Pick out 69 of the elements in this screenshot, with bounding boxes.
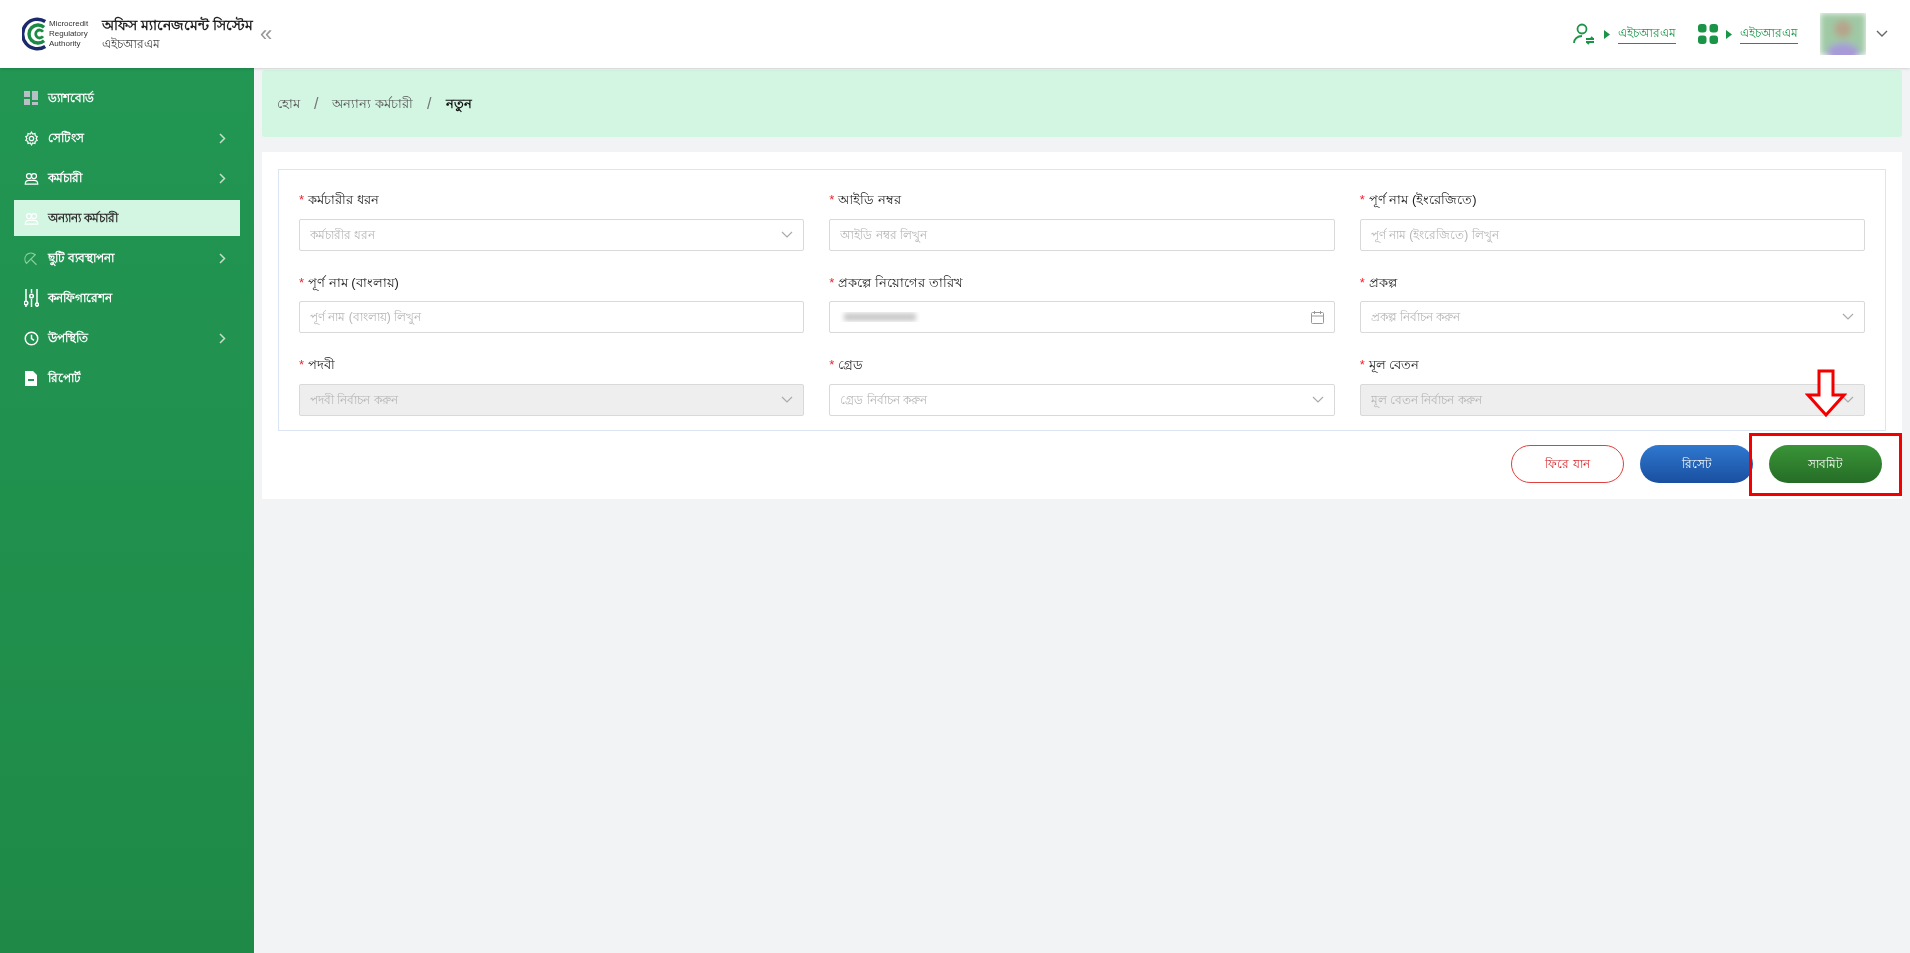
required-mark: *: [299, 273, 305, 292]
clock-icon: [23, 330, 39, 346]
select-field[interactable]: প্রকল্প নির্বাচন করুন: [1359, 301, 1865, 333]
sliders-icon: [23, 289, 39, 307]
select-field[interactable]: গ্রেড নির্বাচন করুন: [829, 383, 1335, 416]
required-mark: *: [1359, 356, 1365, 374]
breadcrumb-separator: /: [314, 93, 319, 114]
sidebar-item[interactable]: উপস্থিতি: [14, 320, 240, 356]
chevron-right-icon: [219, 252, 226, 264]
app-title: অফিস ম্যানেজমেন্ট সিস্টেম: [102, 15, 253, 35]
app-subtitle: এইচআরএম: [102, 36, 162, 53]
field-label: প্রকল্প: [1368, 273, 1397, 292]
sidebar-item[interactable]: কর্মচারী: [14, 160, 240, 196]
chevron-right-icon: [219, 332, 226, 344]
chevron-down-icon: [781, 230, 794, 238]
breadcrumb-link[interactable]: হোম: [277, 93, 300, 114]
play-icon: [1726, 29, 1732, 39]
field-label: মূল বেতন: [1368, 356, 1420, 375]
input-field[interactable]: পূর্ণ নাম (বাংলায়) লিখুন: [299, 301, 805, 333]
submit-button[interactable]: সাবমিট: [1769, 444, 1882, 483]
required-mark: *: [299, 356, 305, 374]
annotation-arrow: [1805, 368, 1847, 417]
field-label: প্রকল্পে নিয়োগের তারিখ: [838, 273, 963, 292]
required-mark: *: [1359, 273, 1365, 292]
collapse-sidebar-button[interactable]: «: [260, 23, 273, 45]
field-label: পূর্ণ নাম (বাংলায়): [308, 273, 399, 292]
input-field[interactable]: আইডি নম্বর লিখুন: [829, 218, 1335, 251]
field-label: গ্রেড: [838, 356, 864, 374]
sidebar-item[interactable]: সেটিংস: [14, 120, 240, 156]
umbrella-icon: [23, 250, 39, 266]
users-icon: [23, 170, 39, 186]
sidebar-item[interactable]: ছুটি ব্যবস্থাপনা: [14, 240, 240, 276]
required-mark: *: [829, 273, 835, 292]
breadcrumb-link[interactable]: অন্যান্য কর্মচারী: [332, 93, 414, 114]
field-label: আইডি নম্বর: [838, 191, 901, 209]
sidebar-item[interactable]: রিপোর্ট: [14, 360, 240, 396]
header-link[interactable]: এইচআরএম: [1618, 24, 1676, 44]
sidebar-item[interactable]: কনফিগারেশন: [14, 280, 240, 316]
required-mark: *: [829, 191, 835, 209]
required-mark: *: [299, 191, 305, 209]
select-field[interactable]: কর্মচারীর ধরন: [299, 218, 805, 251]
required-mark: *: [829, 356, 835, 374]
date-field[interactable]: [829, 301, 1335, 333]
input-field[interactable]: পূর্ণ নাম (ইংরেজিতে) লিখুন: [1359, 218, 1865, 251]
play-icon: [1604, 29, 1610, 39]
field-label: পূর্ণ নাম (ইংরেজিতে): [1368, 191, 1477, 210]
chevron-down-icon: [1311, 395, 1324, 403]
field-label: কর্মচারীর ধরন: [308, 191, 379, 209]
settings-icon: [23, 130, 39, 146]
chevron-right-icon: [219, 132, 226, 144]
sidebar-item[interactable]: অন্যান্য কর্মচারী: [14, 200, 240, 236]
chevron-down-icon[interactable]: [1876, 30, 1888, 38]
breadcrumb-current: নতুন: [445, 94, 472, 114]
dashboard-icon: [23, 91, 39, 105]
logo: Microcredit Regulatory Authority: [22, 17, 89, 51]
sidebar-item[interactable]: ড্যাশবোর্ড: [14, 80, 240, 116]
back-button[interactable]: ফিরে যান: [1511, 444, 1624, 483]
apps-icon[interactable]: [1698, 24, 1718, 44]
required-mark: *: [1359, 191, 1365, 209]
header-link[interactable]: এইচআরএম: [1740, 24, 1798, 44]
chevron-right-icon: [219, 172, 226, 184]
chevron-down-icon: [781, 395, 794, 403]
chevron-down-icon: [1842, 313, 1854, 320]
user-switch-icon[interactable]: [1572, 22, 1596, 46]
document-icon: [23, 370, 39, 386]
calendar-icon: [1310, 310, 1324, 324]
field-label: পদবী: [308, 356, 336, 374]
users-icon: [23, 210, 39, 226]
breadcrumb-separator: /: [427, 93, 432, 114]
